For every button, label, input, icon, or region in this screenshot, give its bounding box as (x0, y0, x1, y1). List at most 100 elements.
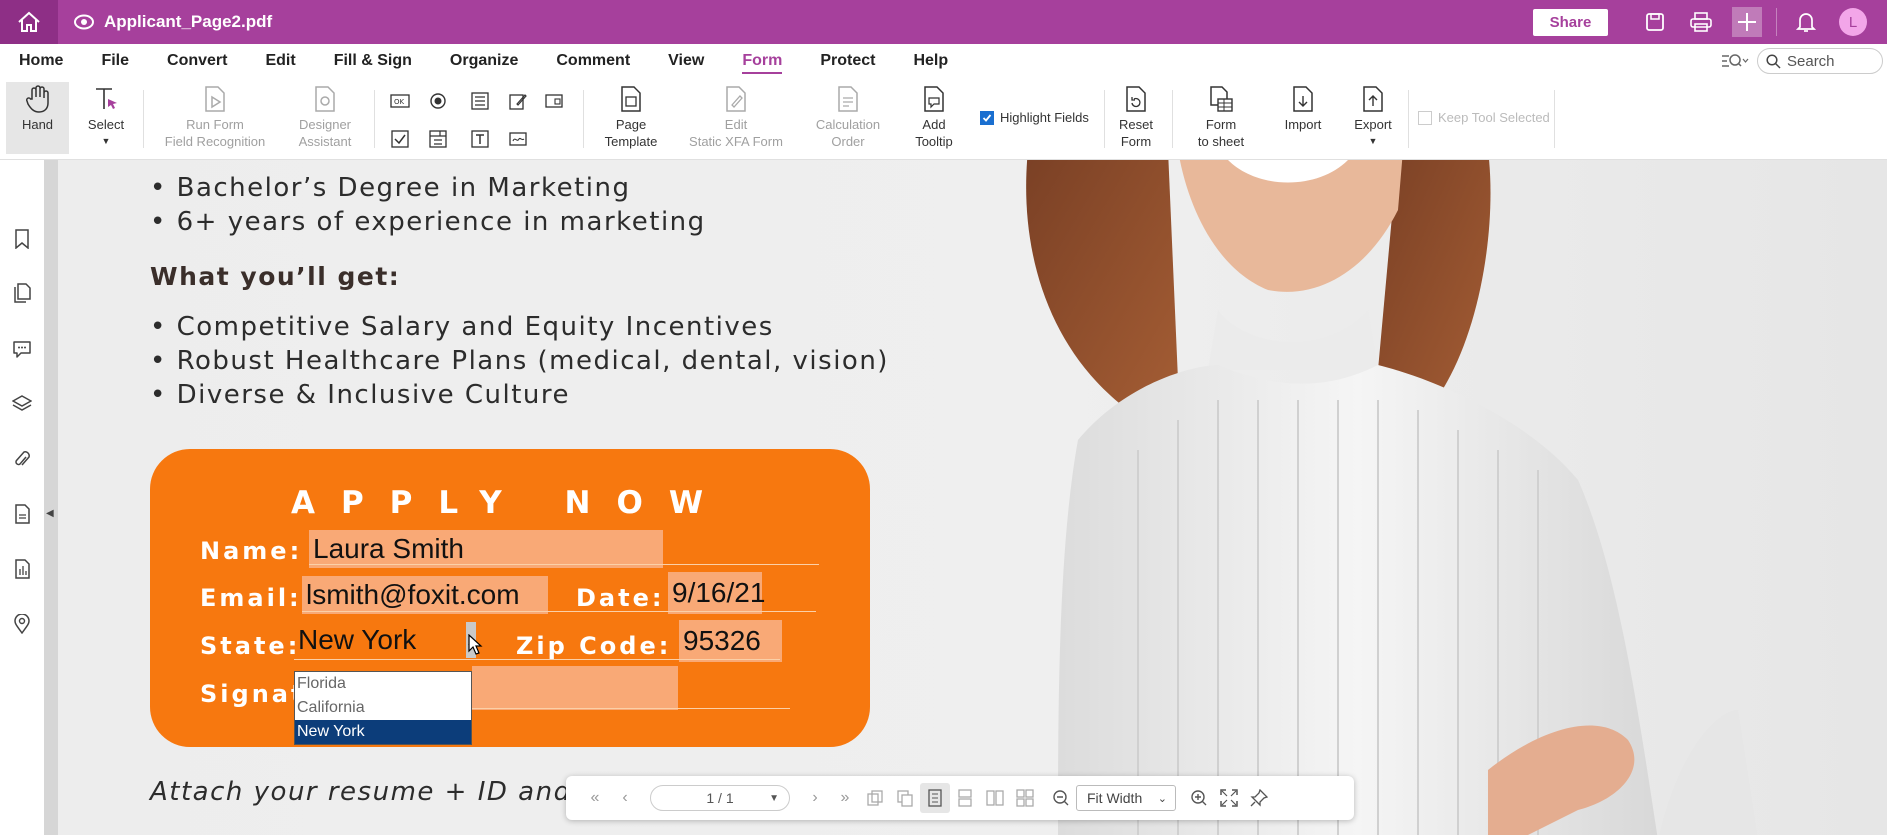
signature-field[interactable] (472, 666, 678, 710)
continuous-page-icon (958, 789, 972, 807)
hand-tool-button[interactable]: Hand (6, 82, 69, 154)
push-button-tool[interactable]: OK (389, 90, 411, 112)
search-input[interactable]: Search (1757, 48, 1883, 74)
home-button[interactable] (0, 0, 58, 44)
next-view-icon (897, 790, 913, 807)
export-icon (1363, 86, 1383, 112)
content-button[interactable] (11, 558, 33, 580)
pin-toolbar-button[interactable] (1244, 783, 1274, 813)
state-option-new-york[interactable]: New York (295, 720, 471, 744)
list-box-tool[interactable] (469, 90, 491, 112)
continuous-view-button[interactable] (950, 783, 980, 813)
combo-box-icon (429, 130, 447, 148)
menu-comment[interactable]: Comment (537, 44, 649, 78)
comments-button[interactable] (11, 338, 33, 360)
attachments-button[interactable] (11, 448, 33, 470)
state-option-california[interactable]: California (295, 696, 471, 720)
designer-assistant-button[interactable]: Designer Assistant (290, 82, 360, 150)
export-button[interactable]: Export ▼ (1350, 82, 1396, 150)
pages-button[interactable] (11, 282, 33, 304)
collapse-panel-icon[interactable]: ◀ (46, 508, 54, 519)
print-button[interactable] (1678, 0, 1724, 44)
image-field-tool[interactable] (543, 90, 565, 112)
menu-home[interactable]: Home (0, 44, 82, 78)
search-placeholder: Search (1787, 52, 1835, 70)
form-fields-button[interactable] (11, 503, 33, 525)
first-page-button[interactable]: « (580, 783, 610, 813)
import-button[interactable]: Import (1280, 82, 1326, 133)
bookmarks-button[interactable] (11, 228, 33, 250)
signature-underline (472, 708, 790, 709)
menu-organize[interactable]: Organize (431, 44, 537, 78)
single-page-view-button[interactable] (920, 783, 950, 813)
save-button[interactable] (1632, 0, 1678, 44)
edit-xfa-icon (726, 86, 746, 112)
zip-code-field[interactable]: 95326 (679, 620, 782, 662)
highlight-fields-checkbox[interactable]: Highlight Fields (980, 110, 1089, 125)
run-form-label-1: Run Form (186, 117, 244, 132)
select-tool-button[interactable]: Select ▼ (84, 82, 128, 150)
menu-edit[interactable]: Edit (246, 44, 314, 78)
reset-form-button[interactable]: Reset Form (1116, 82, 1156, 150)
calculation-icon (838, 86, 858, 112)
chevron-down-icon: ▼ (1368, 136, 1378, 146)
edit-static-xfa-button[interactable]: Edit Static XFA Form (684, 82, 788, 150)
check-box-tool[interactable] (389, 128, 411, 150)
email-field[interactable]: lsmith@foxit.com (302, 576, 548, 614)
search-options-icon (1722, 54, 1749, 67)
date-field[interactable]: 9/16/21 (668, 572, 765, 614)
facing-view-button[interactable] (980, 783, 1010, 813)
last-page-button[interactable]: » (830, 783, 860, 813)
menu-form[interactable]: Form (723, 44, 801, 78)
page-number-input[interactable]: 1 / 1 ▼ (650, 785, 790, 811)
next-view-button[interactable] (890, 783, 920, 813)
export-label: Export (1354, 117, 1392, 132)
search-options-button[interactable] (1721, 52, 1749, 70)
keep-tool-label: Keep Tool Selected (1438, 110, 1550, 125)
menu-fill-sign[interactable]: Fill & Sign (315, 44, 431, 78)
previous-view-button[interactable] (860, 783, 890, 813)
layers-button[interactable] (11, 393, 33, 415)
double-chevron-left-icon: « (590, 789, 600, 806)
panel-splitter[interactable] (44, 160, 58, 835)
select-label: Select (87, 117, 125, 132)
menu-view[interactable]: View (649, 44, 723, 78)
date-label: Date: (576, 584, 665, 612)
previous-page-button[interactable]: ‹ (610, 783, 640, 813)
radio-button-tool[interactable] (427, 90, 449, 112)
zoom-select[interactable]: Fit Width ⌄ (1076, 785, 1176, 811)
menu-help[interactable]: Help (894, 44, 967, 78)
mouse-cursor-icon (468, 634, 483, 655)
share-button[interactable]: Share (1533, 8, 1608, 36)
zoom-out-button[interactable] (1046, 783, 1076, 813)
state-options-list[interactable]: Florida California New York (294, 671, 472, 745)
combo-box-tool[interactable] (427, 128, 449, 150)
full-screen-icon (1220, 789, 1238, 807)
state-dropdown[interactable]: New York (294, 620, 466, 660)
calculation-order-button[interactable]: Calculation Order (808, 82, 888, 150)
full-screen-button[interactable] (1214, 783, 1244, 813)
menu-convert[interactable]: Convert (148, 44, 246, 78)
signature-field-tool[interactable] (507, 90, 529, 112)
next-page-button[interactable]: › (800, 783, 830, 813)
new-tab-button[interactable] (1732, 7, 1762, 37)
form-to-sheet-button[interactable]: Form to sheet (1190, 82, 1252, 150)
zoom-in-button[interactable] (1184, 783, 1214, 813)
designer-label-1: Designer (298, 117, 352, 132)
notifications-button[interactable] (1783, 0, 1829, 44)
page-template-button[interactable]: Page Template (598, 82, 664, 150)
keep-tool-selected-checkbox[interactable]: Keep Tool Selected (1418, 110, 1550, 125)
menu-protect[interactable]: Protect (801, 44, 894, 78)
location-button[interactable] (11, 613, 33, 635)
continuous-facing-view-button[interactable] (1010, 783, 1040, 813)
digital-signature-tool[interactable] (507, 128, 529, 150)
state-option-florida[interactable]: Florida (295, 672, 471, 696)
name-field[interactable]: Laura Smith (309, 530, 663, 568)
user-avatar[interactable]: L (1839, 8, 1867, 36)
text-field-tool[interactable] (469, 128, 491, 150)
document-title-text: Applicant_Page2.pdf (104, 12, 273, 31)
add-tooltip-button[interactable]: Add Tooltip (906, 82, 962, 150)
menu-file[interactable]: File (82, 44, 148, 78)
home-icon (18, 11, 40, 32)
run-form-recognition-button[interactable]: Run Form Field Recognition (160, 82, 270, 150)
